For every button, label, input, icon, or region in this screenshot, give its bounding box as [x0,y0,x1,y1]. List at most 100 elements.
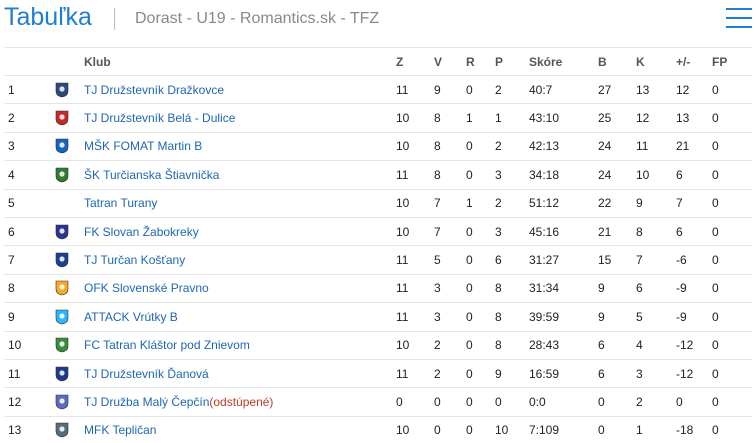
plus-minus-cell: 7 [676,189,712,218]
club-link[interactable]: TJ Družstevník Ďanová [84,367,209,381]
club-link[interactable]: TJ Turčan Košťany [84,253,185,267]
logo-cell [40,245,84,275]
points-cell: 24 [598,132,636,162]
club-link[interactable]: TJ Družba Malý Čepčín [84,395,209,409]
club-link[interactable]: ŠK Turčianska Štiavnička [84,168,219,182]
position-cell: 6 [4,217,40,247]
k-cell: 9 [636,189,676,218]
wins-cell: 0 [434,387,466,417]
table-row: 8 OFK Slovenské Pravno 11 3 0 8 31:34 9 6 -9 0 [4,274,752,304]
position-cell: 13 [4,416,40,443]
col-score: Skóre [529,47,598,76]
club-link[interactable]: MFK Tepličan [84,423,156,437]
red-white-crest-icon [55,110,69,126]
table-row: 2 TJ Družstevník Belá - Dulice 10 8 1 1 43:10 2… [4,103,752,133]
plus-minus-cell: -12 [676,331,712,360]
blue-white-shield-icon [55,366,69,382]
draws-cell: 0 [466,245,495,275]
losses-cell: 8 [495,274,529,304]
wins-cell: 2 [434,331,466,360]
played-cell: 10 [396,103,434,133]
score-cell: 31:27 [529,245,598,275]
plus-minus-cell: 13 [676,103,712,133]
col-points: B [598,47,636,76]
losses-cell: 2 [495,75,529,105]
club-cell: FK Slovan Žabokreky [84,217,396,247]
club-cell: TJ Družstevník Dražkovce [84,75,396,105]
hamburger-menu-icon[interactable] [726,6,752,30]
club-link[interactable]: OFK Slovenské Pravno [84,281,209,295]
wins-cell: 9 [434,75,466,105]
table-row: 13 MFK Tepličan 10 0 0 10 7:109 0 1 -18 0 [4,416,752,443]
losses-cell: 3 [495,160,529,190]
yellow-crest-icon [55,280,69,296]
draws-cell: 0 [466,331,495,360]
score-cell: 51:12 [529,189,598,218]
played-cell: 11 [396,359,434,389]
losses-cell: 1 [495,103,529,133]
club-cell: TJ Družstevník Belá - Dulice [84,103,396,133]
green-tower-crest-icon [55,337,69,353]
table-row: 4 ŠK Turčianska Štiavnička 11 8 0 3 34:18 24 10 6… [4,160,752,190]
col-plus-minus: +/- [676,47,712,76]
k-cell: 7 [636,245,676,275]
plus-minus-cell: 6 [676,160,712,190]
club-link[interactable]: TJ Družstevník Dražkovce [84,83,224,97]
col-position [4,47,40,76]
fair-play-cell: 0 [712,75,752,105]
played-cell: 10 [396,189,434,218]
plus-minus-cell: 21 [676,132,712,162]
club-link[interactable]: ATTACK Vrútky B [84,310,178,324]
fair-play-cell: 0 [712,245,752,275]
position-cell: 9 [4,302,40,332]
plus-minus-cell: -18 [676,416,712,443]
small-pennant-icon [55,394,69,410]
club-cell: TJ Družba Malý Čepčín(odstúpené) [84,387,396,417]
logo-cell [40,189,84,218]
plus-minus-cell: 12 [676,75,712,105]
standings-table: Klub Z V R P Skóre B K +/- FP 1 TJ Družst… [4,47,752,443]
played-cell: 11 [396,75,434,105]
draws-cell: 0 [466,302,495,332]
logo-cell [40,103,84,133]
logo-cell [40,387,84,417]
points-cell: 6 [598,331,636,360]
played-cell: 11 [396,274,434,304]
club-link[interactable]: MŠK FOMAT Martin B [84,139,202,153]
played-cell: 11 [396,160,434,190]
club-link[interactable]: FK Slovan Žabokreky [84,225,199,239]
losses-cell: 8 [495,302,529,332]
k-cell: 10 [636,160,676,190]
col-draws: R [466,47,495,76]
fair-play-cell: 0 [712,359,752,389]
position-cell: 8 [4,274,40,304]
draws-cell: 0 [466,359,495,389]
score-cell: 40:7 [529,75,598,105]
club-cell: OFK Slovenské Pravno [84,274,396,304]
draws-cell: 1 [466,103,495,133]
score-cell: 34:18 [529,160,598,190]
fair-play-cell: 0 [712,416,752,443]
club-link[interactable]: TJ Družstevník Belá - Dulice [84,111,235,125]
wins-cell: 2 [434,359,466,389]
points-cell: 9 [598,274,636,304]
club-link[interactable]: FC Tatran Kláštor pod Znievom [84,338,250,352]
wolf-crest-icon [55,422,69,438]
table-header-row: Klub Z V R P Skóre B K +/- FP [4,47,752,76]
points-cell: 24 [598,160,636,190]
fair-play-cell: 0 [712,160,752,190]
withdrawn-note: (odstúpené) [209,394,274,409]
club-cell: TJ Turčan Košťany [84,245,396,275]
draws-cell: 0 [466,387,495,417]
score-cell: 42:13 [529,132,598,162]
wins-cell: 8 [434,103,466,133]
score-cell: 7:109 [529,416,598,443]
club-cell: ATTACK Vrútky B [84,302,396,332]
position-cell: 10 [4,331,40,360]
k-cell: 8 [636,217,676,247]
ball-crest-icon [55,82,69,98]
losses-cell: 2 [495,189,529,218]
club-link[interactable]: Tatran Turany [84,196,157,210]
score-cell: 45:16 [529,217,598,247]
col-logo [40,47,84,76]
